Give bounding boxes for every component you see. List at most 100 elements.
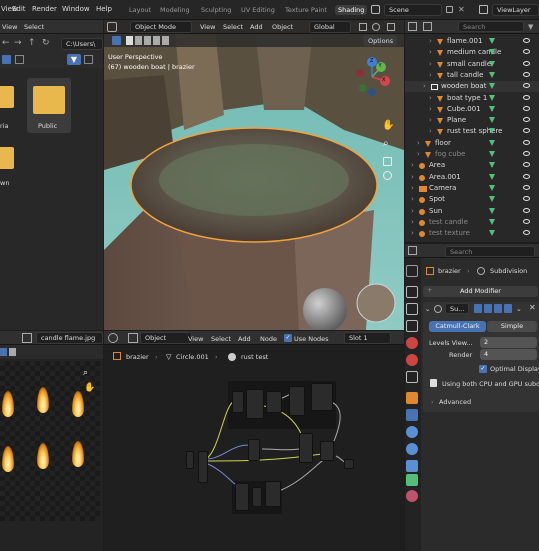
copy-scene-icon[interactable] bbox=[446, 6, 453, 13]
expand-chevron-icon[interactable]: › bbox=[417, 139, 420, 147]
visibility-eye-icon[interactable] bbox=[523, 60, 530, 66]
mesh-data-icon[interactable] bbox=[489, 207, 495, 214]
zoom-magnifier-icon[interactable]: ⌕ bbox=[383, 138, 389, 149]
select-box-icon[interactable] bbox=[112, 36, 121, 45]
file-item-ria[interactable]: ria bbox=[0, 80, 14, 130]
close-icon[interactable]: ✕ bbox=[458, 5, 465, 14]
outliner-row[interactable]: › floor bbox=[405, 138, 539, 149]
mesh-data-icon[interactable] bbox=[489, 94, 495, 101]
shader-node[interactable] bbox=[299, 433, 313, 463]
vp-menu-select[interactable]: Select bbox=[223, 23, 243, 31]
menu-edit[interactable]: Edit bbox=[12, 5, 26, 13]
mesh-data-icon[interactable] bbox=[489, 71, 495, 78]
overlay-icon[interactable] bbox=[387, 23, 395, 31]
edit-mode-toggle-icon[interactable] bbox=[474, 304, 482, 313]
visibility-eye-icon[interactable] bbox=[523, 105, 530, 111]
scene-tab-icon[interactable] bbox=[406, 337, 418, 349]
mesh-data-icon[interactable] bbox=[489, 49, 495, 56]
world-tab-icon[interactable] bbox=[406, 354, 418, 366]
expand-chevron-icon[interactable]: › bbox=[429, 94, 432, 102]
mode-selector[interactable]: Object Mode bbox=[130, 21, 192, 33]
pan-hand-icon[interactable]: ✋ bbox=[382, 120, 394, 131]
physics-tab-icon[interactable] bbox=[406, 443, 418, 455]
mesh-data-icon[interactable] bbox=[489, 218, 495, 225]
expand-chevron-icon[interactable]: › bbox=[423, 82, 426, 90]
tab-modeling[interactable]: Modeling bbox=[160, 6, 190, 14]
expand-chevron-icon[interactable]: › bbox=[429, 48, 432, 56]
shader-node[interactable] bbox=[248, 439, 260, 461]
options-button[interactable]: Options bbox=[363, 35, 397, 46]
outliner-row[interactable]: › rust test sphere bbox=[405, 126, 539, 137]
outliner-row[interactable]: › Spot bbox=[405, 194, 539, 205]
tool-tab-icon[interactable] bbox=[406, 265, 418, 277]
outliner-row[interactable]: › fog cube bbox=[405, 149, 539, 160]
render-levels-field[interactable]: 4 bbox=[480, 349, 537, 360]
expand-chevron-icon[interactable]: › bbox=[429, 60, 432, 68]
shader-node[interactable] bbox=[186, 451, 194, 469]
visibility-eye-icon[interactable] bbox=[523, 71, 530, 77]
thumbnail-view-icon[interactable] bbox=[2, 55, 11, 64]
mesh-data-icon[interactable] bbox=[489, 117, 495, 124]
arrow-left-icon[interactable]: ← bbox=[2, 38, 10, 48]
properties-editor-icon[interactable] bbox=[408, 246, 417, 255]
settings-icon[interactable] bbox=[84, 55, 93, 64]
visibility-eye-icon[interactable] bbox=[523, 196, 530, 202]
particles-tab-icon[interactable] bbox=[406, 426, 418, 438]
mesh-data-icon[interactable] bbox=[489, 173, 495, 180]
outliner-row[interactable]: › test candle bbox=[405, 217, 539, 228]
visibility-eye-icon[interactable] bbox=[523, 207, 530, 213]
outliner-row[interactable]: › Area.001 bbox=[405, 172, 539, 183]
editor-type-icon[interactable] bbox=[107, 22, 117, 32]
pan-hand-icon[interactable]: ✋ bbox=[84, 383, 95, 393]
view-mode-icon[interactable] bbox=[0, 348, 7, 356]
expand-chevron-icon[interactable]: › bbox=[411, 229, 414, 237]
render-tab-icon[interactable] bbox=[406, 286, 418, 298]
view-layer-icon[interactable] bbox=[479, 5, 488, 14]
shader-node[interactable] bbox=[252, 487, 262, 507]
levels-viewport-field[interactable]: 2 bbox=[480, 337, 537, 348]
view-layer-tab-icon[interactable] bbox=[406, 320, 418, 332]
filter-icon[interactable]: ▼ bbox=[67, 54, 81, 65]
outliner-search[interactable]: Search bbox=[458, 21, 524, 32]
select-mode-extend-icon[interactable] bbox=[135, 36, 142, 45]
proportional-icon[interactable] bbox=[372, 23, 380, 31]
expand-chevron-icon[interactable]: › bbox=[411, 184, 414, 192]
object-tab-icon[interactable] bbox=[406, 392, 418, 404]
tab-texture-paint[interactable]: Texture Paint bbox=[285, 6, 327, 14]
shader-node[interactable] bbox=[198, 451, 208, 483]
outliner-row[interactable]: › flame.001 bbox=[405, 36, 539, 47]
expand-chevron-icon[interactable]: › bbox=[411, 195, 414, 203]
navigation-gizmo[interactable]: X Y Z bbox=[352, 57, 392, 97]
visibility-eye-icon[interactable] bbox=[523, 151, 530, 156]
viewport-toggle-icon[interactable] bbox=[494, 304, 502, 313]
image-name-field[interactable]: candle flame.jpg bbox=[36, 332, 103, 344]
orientation-selector[interactable]: Global bbox=[309, 21, 351, 33]
render-toggle-icon[interactable] bbox=[504, 304, 512, 313]
visibility-eye-icon[interactable] bbox=[523, 94, 530, 100]
visibility-eye-icon[interactable] bbox=[523, 128, 530, 134]
outliner-row[interactable]: › medium candle bbox=[405, 47, 539, 58]
close-icon[interactable]: ✕ bbox=[529, 303, 536, 312]
refresh-icon[interactable]: ↻ bbox=[42, 38, 50, 48]
tab-layout[interactable]: Layout bbox=[129, 6, 151, 14]
arrow-right-icon[interactable]: → bbox=[14, 38, 22, 48]
expand-chevron-icon[interactable]: › bbox=[411, 161, 414, 169]
vp-menu-add[interactable]: Add bbox=[250, 23, 263, 31]
menu-help[interactable]: Help bbox=[96, 5, 112, 13]
collection-tab-icon[interactable] bbox=[406, 371, 418, 383]
menu-render[interactable]: Render bbox=[32, 5, 57, 13]
outliner-row[interactable]: › small candle bbox=[405, 59, 539, 70]
mesh-data-icon[interactable] bbox=[489, 151, 495, 157]
visibility-eye-icon[interactable] bbox=[523, 184, 530, 190]
expand-chevron-icon[interactable]: › bbox=[429, 127, 432, 135]
tab-shading[interactable]: Shading bbox=[335, 5, 368, 15]
select-mode-new-icon[interactable] bbox=[126, 36, 133, 45]
add-modifier-button[interactable]: Add Modifier bbox=[423, 286, 538, 297]
expand-chevron-icon[interactable]: › bbox=[429, 71, 432, 79]
outliner-row[interactable]: › test texture bbox=[405, 228, 539, 239]
mesh-data-icon[interactable] bbox=[489, 128, 495, 135]
tab-uv-editing[interactable]: UV Editing bbox=[241, 6, 275, 14]
fb-menu-select[interactable]: Select bbox=[24, 23, 44, 31]
material-tab-icon[interactable] bbox=[406, 490, 418, 502]
simple-tab[interactable]: Simple bbox=[487, 321, 537, 332]
